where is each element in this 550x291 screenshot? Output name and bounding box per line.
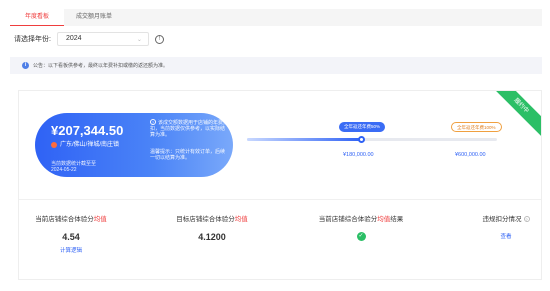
metric-violations: 违规扣分情况? 查看: [475, 213, 537, 240]
card-tip: 温馨提示：只统计有效订单，后续一切以结算为准。: [150, 149, 226, 161]
metric-label: 当前店铺综合体验分均值: [29, 213, 113, 223]
data-cutoff: 当前数据统计截至至 2024-05-22: [51, 161, 96, 173]
store-region: 广东/佛山/禅城/南庄镇: [51, 141, 147, 149]
tab-bar: 年度看板 成交额月账单: [10, 9, 542, 26]
year-value: 2024: [65, 35, 82, 42]
tab-annual-dashboard[interactable]: 年度看板: [10, 9, 64, 26]
notice-text: 公告：以下看板供参考，最终以年费补扣或缴的返还额为准。: [33, 63, 169, 69]
tier-progress: 全年返还年费50% 全年返还年费100% ¥180,000.00 ¥600,00…: [247, 121, 507, 161]
tier-tag-100: 全年返还年费100%: [451, 122, 502, 132]
calc-logic-link[interactable]: 计算逻辑: [29, 246, 113, 254]
data-cutoff-date: 2024-05-22: [51, 167, 77, 173]
metric-label: 违规扣分情况?: [475, 213, 537, 223]
card-note: ? 该成交额数据用于店铺的年费抵扣，当前数据仅供参考，以实际结算为准。: [150, 119, 228, 138]
metric-label-suffix: 结果: [390, 216, 404, 223]
metric-label-text: 当前店铺综合体验分: [35, 216, 94, 223]
metric-current-score: 当前店铺综合体验分均值 4.54 计算逻辑: [29, 213, 113, 254]
metric-score-result: 当前店铺综合体验分均值结果 ✓: [313, 213, 409, 242]
info-icon[interactable]: ?: [523, 216, 530, 222]
metric-label-highlight: 均值: [93, 216, 107, 223]
metric-label-text: 目标店铺综合体验分: [176, 216, 235, 223]
location-pin-icon: [51, 142, 57, 148]
metric-label-highlight: 均值: [377, 216, 391, 223]
year-filter: 请选择年份: 2024 ⌄ !: [14, 32, 164, 46]
tier-tag-50: 全年返还年费50%: [339, 122, 386, 132]
metric-label-text: 当前店铺综合体验分: [318, 216, 378, 223]
info-icon[interactable]: !: [154, 34, 164, 44]
annual-panel: 履约中 ¥207,344.50 广东/佛山/禅城/南庄镇 当前数据统计截至至 2…: [18, 90, 542, 280]
metric-value: 4.54: [62, 232, 80, 242]
card-note-text: 该成交额数据用于店铺的年费抵扣，当前数据仅供参考，以实际结算为准。: [150, 120, 229, 138]
question-icon: ?: [150, 119, 156, 125]
turnover-amount: ¥207,344.50: [51, 123, 124, 138]
notice-info-icon: i: [22, 62, 29, 69]
metric-label-text: 违规扣分情况: [482, 216, 522, 223]
check-circle-icon: ✓: [356, 232, 366, 241]
divider: [19, 199, 541, 200]
metric-label: 目标店铺综合体验分均值: [167, 213, 257, 223]
tier-value-50: ¥180,000.00: [343, 152, 374, 158]
metric-label: 当前店铺综合体验分均值结果: [313, 213, 409, 223]
metric-value: 4.1200: [198, 232, 226, 242]
view-violations-link[interactable]: 查看: [475, 232, 537, 240]
turnover-card: ¥207,344.50 广东/佛山/禅城/南庄镇 当前数据统计截至至 2024-…: [35, 113, 233, 177]
progress-fill: [247, 138, 362, 141]
chevron-down-icon: ⌄: [136, 37, 142, 43]
store-region-text: 广东/佛山/禅城/南庄镇: [60, 142, 120, 148]
metric-target-score: 目标店铺综合体验分均值 4.1200: [167, 213, 257, 242]
notice-bar: i 公告：以下看板供参考，最终以年费补扣或缴的返还额为准。: [10, 57, 542, 74]
progress-marker: [358, 136, 365, 143]
year-label: 请选择年份:: [14, 36, 51, 43]
tier-value-100: ¥600,000.00: [455, 152, 486, 158]
year-select[interactable]: 2024 ⌄: [56, 32, 149, 46]
tab-monthly-bill[interactable]: 成交额月账单: [64, 9, 124, 26]
metric-label-highlight: 均值: [234, 216, 248, 223]
progress-track: [247, 136, 497, 143]
